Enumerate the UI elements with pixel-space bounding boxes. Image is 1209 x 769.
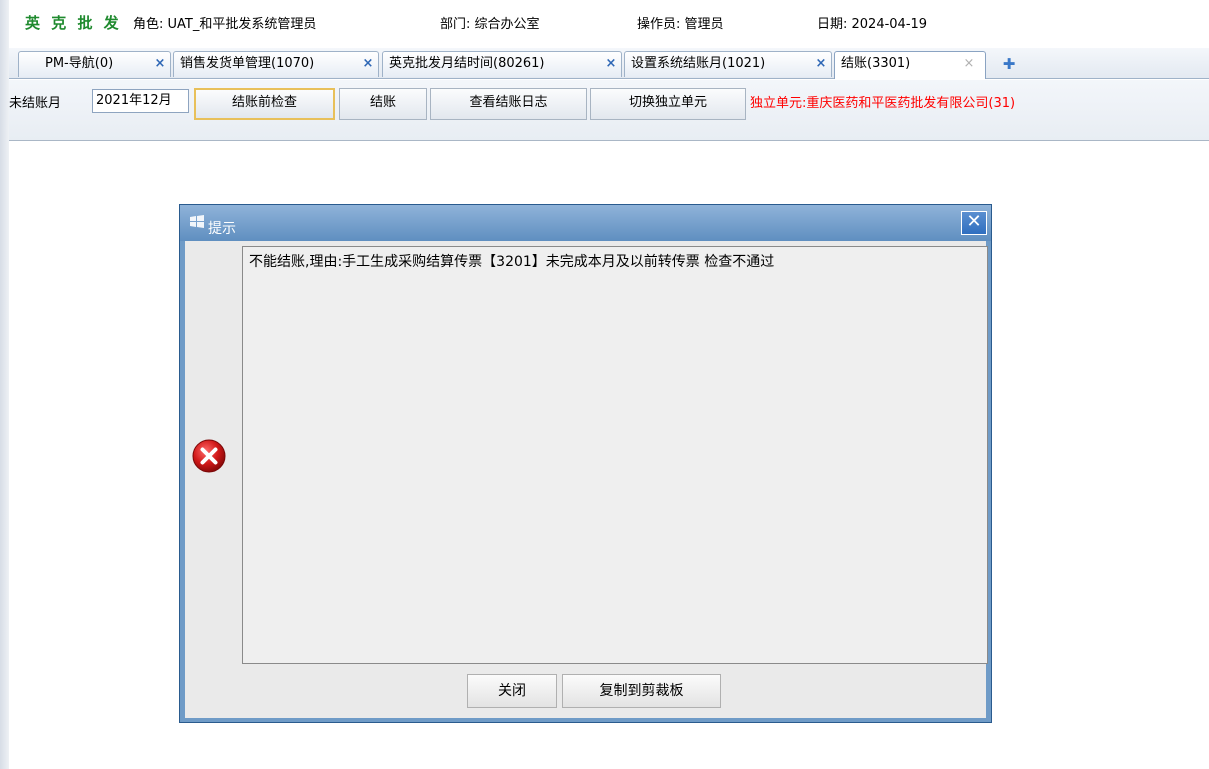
unsettled-month-label: 未结账月 — [9, 96, 62, 111]
role-info: 角色: UAT_和平批发系统管理员 — [133, 17, 317, 32]
copy-to-clipboard-button[interactable]: 复制到剪裁板 — [562, 674, 721, 708]
close-icon[interactable]: × — [362, 52, 374, 76]
unit-info-text: 独立单元:重庆医药和平医药批发有限公司(31) — [750, 96, 1016, 111]
operator-info: 操作员: 管理员 — [637, 17, 724, 32]
close-icon[interactable]: ✕ — [961, 211, 987, 235]
unsettled-month-field[interactable]: 2021年12月 — [92, 89, 189, 113]
toolbar: 未结账月 2021年12月 结账前检查 结账 查看结账日志 切换独立单元 独立单… — [9, 80, 1209, 141]
app-window: 英 克 批 发 角色: UAT_和平批发系统管理员 部门: 综合办公室 操作员:… — [9, 0, 1209, 769]
message-text: 不能结账,理由:手工生成采购结算传票【3201】未完成本月及以前转传票 检查不通… — [249, 254, 775, 270]
tab-label: 英克批发月结时间(80261) — [389, 56, 545, 71]
tab-strip: PM-导航(0) × 销售发货单管理(1070) × 英克批发月结时间(8026… — [9, 48, 1209, 79]
tab-settle[interactable]: 结账(3301) × — [834, 51, 986, 79]
date-info: 日期: 2024-04-19 — [817, 17, 928, 32]
close-button[interactable]: 关闭 — [467, 674, 557, 708]
tab-set-settle-month[interactable]: 设置系统结账月(1021) × — [624, 51, 832, 77]
message-text-area[interactable]: 不能结账,理由:手工生成采购结算传票【3201】未完成本月及以前转传票 检查不通… — [242, 246, 988, 664]
close-icon[interactable]: × — [815, 52, 827, 76]
close-icon[interactable]: × — [154, 52, 166, 76]
tab-pm-nav[interactable]: PM-导航(0) × — [18, 51, 171, 77]
brand-title: 英 克 批 发 — [25, 14, 122, 32]
app-header: 英 克 批 发 角色: UAT_和平批发系统管理员 部门: 综合办公室 操作员:… — [9, 0, 1209, 44]
tab-sales-delivery[interactable]: 销售发货单管理(1070) × — [173, 51, 379, 77]
close-icon[interactable]: × — [963, 52, 975, 76]
error-icon — [192, 439, 226, 473]
tab-label: 设置系统结账月(1021) — [631, 56, 766, 71]
tab-label: 结账(3301) — [841, 56, 911, 71]
tab-label: 销售发货单管理(1070) — [180, 56, 315, 71]
switch-unit-button[interactable]: 切换独立单元 — [590, 88, 746, 120]
dialog-title: 提示 — [208, 221, 236, 237]
close-icon[interactable]: × — [605, 52, 617, 76]
windows-logo-icon — [190, 215, 204, 228]
pre-check-button[interactable]: 结账前检查 — [194, 88, 335, 120]
add-tab-icon[interactable]: ✚ — [1001, 56, 1017, 72]
dialog-titlebar[interactable]: 提示 ✕ — [180, 205, 991, 241]
tab-label: PM-导航(0) — [45, 56, 114, 71]
dialog-body: 不能结账,理由:手工生成采购结算传票【3201】未完成本月及以前转传票 检查不通… — [185, 241, 988, 718]
department-info: 部门: 综合办公室 — [440, 17, 540, 32]
settle-button[interactable]: 结账 — [339, 88, 427, 120]
tab-monthly-settle-time[interactable]: 英克批发月结时间(80261) × — [382, 51, 622, 77]
view-log-button[interactable]: 查看结账日志 — [430, 88, 587, 120]
message-dialog: 提示 ✕ 不能结账,理由:手工生成采购结算传票【3201】未完成本月及以前转传票… — [179, 204, 992, 723]
